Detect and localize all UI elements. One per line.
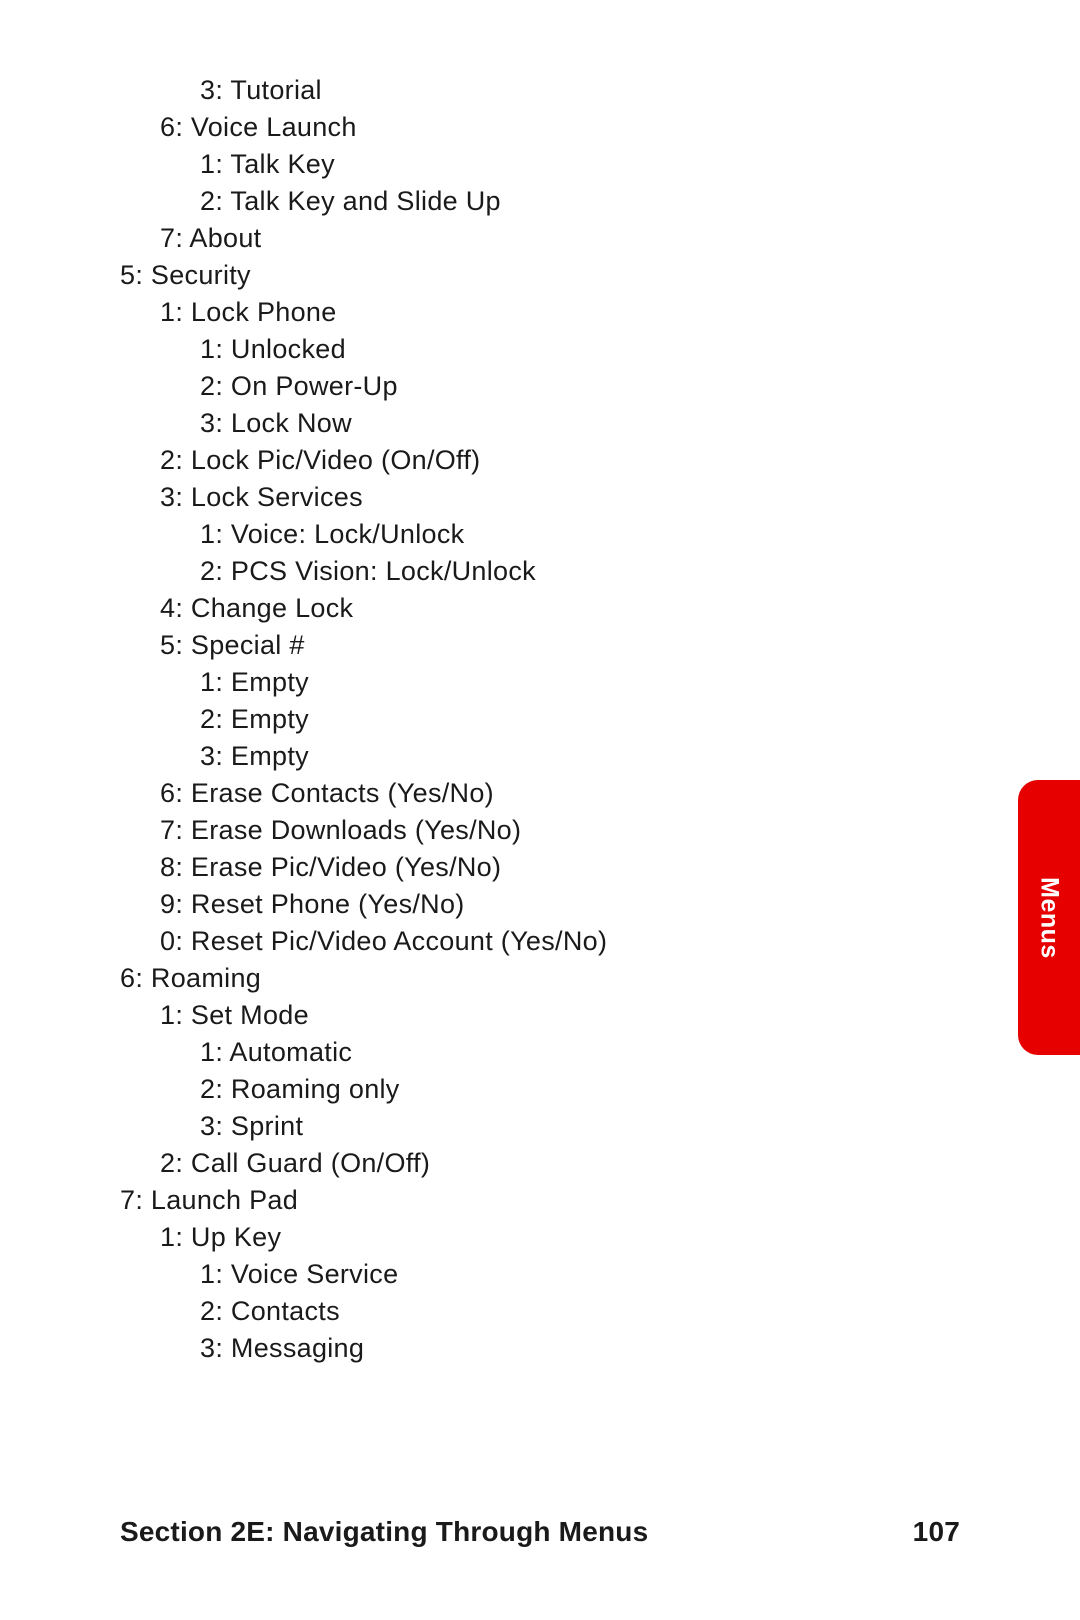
outline-item: 2: PCS Vision: Lock/Unlock (120, 553, 880, 590)
outline-item: 1: Automatic (120, 1034, 880, 1071)
outline-item: 4: Change Lock (120, 590, 880, 627)
outline-item: 2: Contacts (120, 1293, 880, 1330)
outline-item: 2: Lock Pic/Video (On/Off) (120, 442, 880, 479)
outline-item: 7: Launch Pad (120, 1182, 880, 1219)
outline-item: 7: About (120, 220, 880, 257)
outline-item: 9: Reset Phone (Yes/No) (120, 886, 880, 923)
outline-item: 6: Roaming (120, 960, 880, 997)
outline-item: 0: Reset Pic/Video Account (Yes/No) (120, 923, 880, 960)
outline-item: 3: Sprint (120, 1108, 880, 1145)
section-tab: Menus (1018, 780, 1080, 1055)
outline-item: 3: Empty (120, 738, 880, 775)
outline-item: 3: Lock Services (120, 479, 880, 516)
menu-outline: 3: Tutorial6: Voice Launch1: Talk Key2: … (120, 72, 880, 1367)
outline-item: 2: Empty (120, 701, 880, 738)
outline-item: 1: Up Key (120, 1219, 880, 1256)
outline-item: 1: Unlocked (120, 331, 880, 368)
outline-item: 3: Tutorial (120, 72, 880, 109)
page-footer: Section 2E: Navigating Through Menus 107 (120, 1516, 960, 1548)
outline-item: 2: On Power-Up (120, 368, 880, 405)
outline-item: 5: Special # (120, 627, 880, 664)
outline-item: 3: Lock Now (120, 405, 880, 442)
outline-item: 2: Talk Key and Slide Up (120, 183, 880, 220)
outline-item: 2: Roaming only (120, 1071, 880, 1108)
page-number: 107 (913, 1516, 960, 1548)
outline-item: 8: Erase Pic/Video (Yes/No) (120, 849, 880, 886)
outline-item: 3: Messaging (120, 1330, 880, 1367)
outline-item: 1: Talk Key (120, 146, 880, 183)
outline-item: 5: Security (120, 257, 880, 294)
outline-item: 1: Lock Phone (120, 294, 880, 331)
section-tab-label: Menus (1035, 877, 1064, 959)
outline-item: 7: Erase Downloads (Yes/No) (120, 812, 880, 849)
outline-item: 1: Voice: Lock/Unlock (120, 516, 880, 553)
outline-item: 1: Voice Service (120, 1256, 880, 1293)
outline-item: 1: Set Mode (120, 997, 880, 1034)
outline-item: 2: Call Guard (On/Off) (120, 1145, 880, 1182)
outline-item: 6: Voice Launch (120, 109, 880, 146)
section-title: Section 2E: Navigating Through Menus (120, 1516, 648, 1548)
outline-item: 1: Empty (120, 664, 880, 701)
outline-item: 6: Erase Contacts (Yes/No) (120, 775, 880, 812)
